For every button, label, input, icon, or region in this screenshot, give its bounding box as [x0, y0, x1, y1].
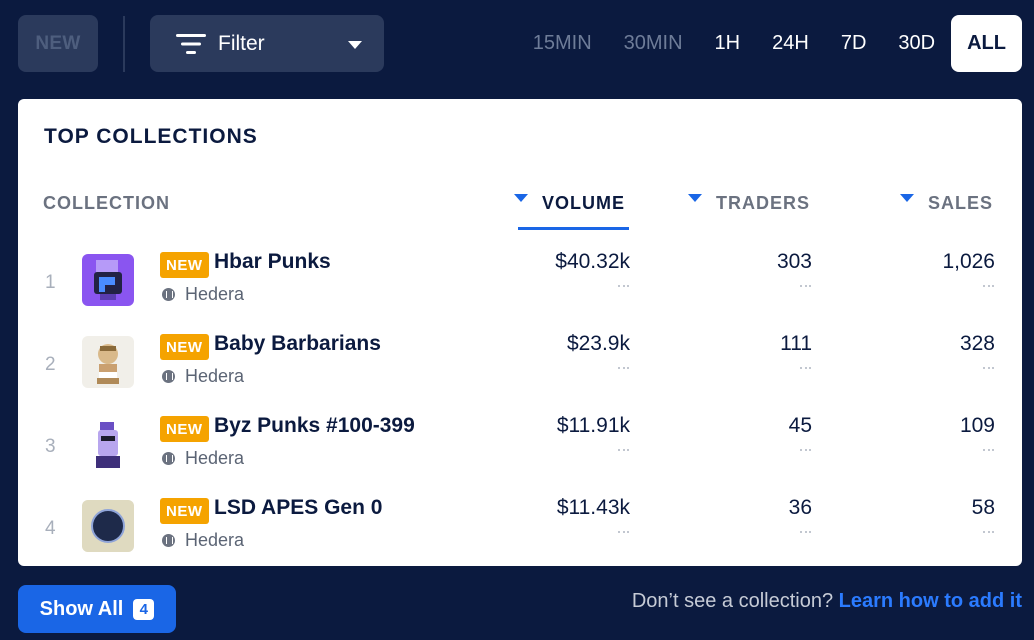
row-rank: 1: [45, 272, 56, 293]
traders-value: 36: [788, 496, 812, 519]
volume-value: $11.43k: [556, 496, 630, 519]
filter-dropdown[interactable]: Filter: [150, 15, 384, 72]
traders-change-placeholder: [800, 285, 811, 287]
volume-value: $23.9k: [566, 332, 630, 355]
volume-change-placeholder: [618, 449, 629, 451]
sales-change-placeholder: [983, 367, 994, 369]
table-row[interactable]: 3 NEW Byz Punks #100-399 Hedera $11.91k …: [18, 410, 1022, 492]
traders-value: 303: [776, 250, 812, 273]
tab-30d[interactable]: 30D: [882, 15, 951, 72]
column-header-traders-label: TRADERS: [716, 193, 811, 213]
new-badge: NEW: [160, 334, 209, 360]
tab-15min[interactable]: 15MIN: [517, 15, 608, 72]
traders-change-placeholder: [800, 367, 811, 369]
tab-24h[interactable]: 24H: [756, 15, 825, 72]
column-header-volume-label: VOLUME: [542, 193, 626, 213]
volume-change-placeholder: [618, 531, 629, 533]
filter-label: Filter: [218, 31, 265, 55]
sales-value: 58: [971, 496, 995, 519]
row-rank: 3: [45, 436, 56, 457]
hedera-icon: [162, 370, 175, 383]
show-all-count-badge: 4: [133, 598, 155, 620]
table-row[interactable]: 4 NEW LSD APES Gen 0 Hedera $11.43k 36 5…: [18, 492, 1022, 574]
collection-name[interactable]: Byz Punks #100-399: [214, 414, 415, 438]
card-title: TOP COLLECTIONS: [44, 125, 258, 148]
new-badge: NEW: [160, 252, 209, 278]
collection-name[interactable]: Baby Barbarians: [214, 332, 381, 356]
sales-change-placeholder: [983, 531, 994, 533]
hedera-icon: [162, 288, 175, 301]
show-all-button[interactable]: Show All 4: [18, 585, 176, 633]
chain-label: Hedera: [162, 366, 244, 387]
learn-how-to-add-link[interactable]: Learn how to add it: [839, 590, 1022, 612]
volume-change-placeholder: [618, 285, 629, 287]
show-all-label: Show All: [39, 597, 124, 620]
sort-desc-icon: [688, 194, 702, 203]
collection-name[interactable]: LSD APES Gen 0: [214, 496, 382, 520]
row-rank: 4: [45, 518, 56, 539]
sort-desc-icon: [900, 194, 914, 203]
top-collections-card: TOP COLLECTIONS COLLECTION VOLUME TRADER…: [18, 99, 1022, 566]
sales-value: 109: [959, 414, 995, 437]
traders-value: 111: [780, 332, 812, 355]
chain-label: Hedera: [162, 530, 244, 551]
collection-thumbnail: [82, 336, 134, 388]
tab-30min[interactable]: 30MIN: [608, 15, 699, 72]
new-badge: NEW: [160, 416, 209, 442]
chain-name: Hedera: [185, 448, 245, 468]
table-row[interactable]: 2 NEW Baby Barbarians Hedera $23.9k 111 …: [18, 328, 1022, 410]
new-filter-button[interactable]: NEW: [18, 15, 98, 72]
collection-thumbnail: [82, 418, 134, 470]
row-rank: 2: [45, 354, 56, 375]
collection-thumbnail: [82, 500, 134, 552]
tab-1h[interactable]: 1H: [699, 15, 757, 72]
filter-icon: [176, 33, 206, 54]
traders-change-placeholder: [800, 531, 811, 533]
traders-value: 45: [788, 414, 812, 437]
toolbar-divider: [123, 16, 125, 72]
add-collection-prompt: Don’t see a collection? Learn how to add…: [632, 590, 1022, 613]
collection-name[interactable]: Hbar Punks: [214, 250, 331, 274]
volume-value: $40.32k: [555, 250, 630, 273]
chain-label: Hedera: [162, 284, 244, 305]
column-header-traders[interactable]: TRADERS: [688, 193, 810, 214]
chain-name: Hedera: [185, 284, 245, 304]
column-header-volume[interactable]: VOLUME: [514, 193, 625, 214]
traders-change-placeholder: [800, 449, 811, 451]
volume-value: $11.91k: [556, 414, 630, 437]
new-badge: NEW: [160, 498, 209, 524]
hedera-icon: [162, 452, 175, 465]
sales-change-placeholder: [983, 285, 994, 287]
time-range-tabs: 15MIN 30MIN 1H 24H 7D 30D ALL: [517, 15, 1022, 72]
tab-all[interactable]: ALL: [951, 15, 1022, 72]
tab-7d[interactable]: 7D: [825, 15, 883, 72]
chevron-down-icon: [348, 41, 362, 49]
table-row[interactable]: 1 NEW Hbar Punks Hedera $40.32k 303 1,02…: [18, 246, 1022, 328]
chain-name: Hedera: [185, 530, 245, 550]
hedera-icon: [162, 534, 175, 547]
add-collection-text: Don’t see a collection?: [631, 590, 834, 612]
chain-name: Hedera: [185, 366, 245, 386]
column-header-sales[interactable]: SALES: [900, 193, 993, 214]
sales-value: 1,026: [942, 250, 995, 273]
active-sort-underline: [518, 227, 629, 230]
sales-change-placeholder: [983, 449, 994, 451]
collection-thumbnail: [82, 254, 134, 306]
column-header-collection: COLLECTION: [43, 193, 170, 213]
chain-label: Hedera: [162, 448, 244, 469]
volume-change-placeholder: [618, 367, 629, 369]
column-header-sales-label: SALES: [928, 193, 994, 213]
sales-value: 328: [959, 332, 995, 355]
sort-desc-icon: [514, 194, 528, 203]
